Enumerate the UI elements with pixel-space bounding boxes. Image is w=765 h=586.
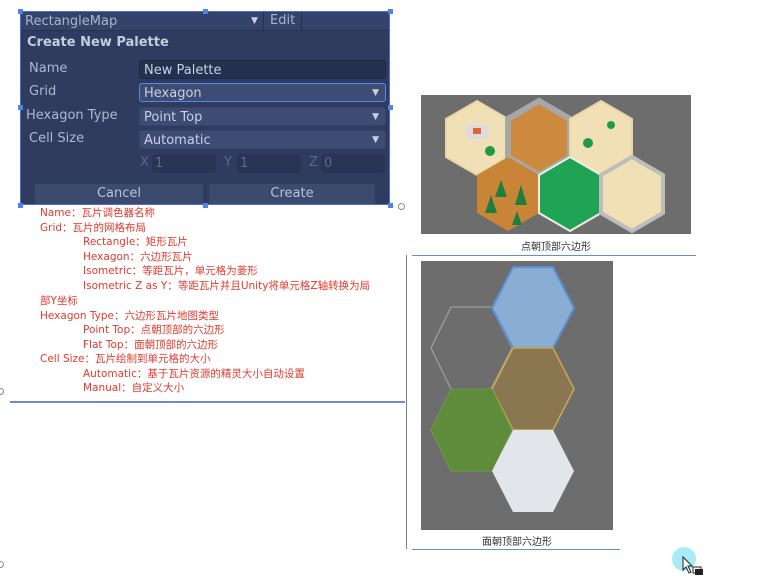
branch-line	[412, 255, 696, 256]
cell-size-y-input[interactable]: 1	[237, 154, 301, 173]
note-line: Cell Size：瓦片绘制到单元格的大小	[40, 353, 211, 365]
note-line: Isometric：等距瓦片，单元格为菱形	[83, 265, 258, 277]
point-top-hex-illustration	[445, 97, 665, 234]
create-palette-dialog: RectangleMap ▼ Edit Create New Palette N…	[20, 11, 390, 205]
branch-line	[412, 549, 620, 550]
x-label: X	[140, 155, 149, 170]
chevron-down-icon: ▼	[372, 135, 379, 145]
cell-size-label: Cell Size	[29, 131, 85, 146]
note-line: Grid：瓦片的网格布局	[40, 221, 147, 234]
note-line: Rectangle：矩形瓦片	[83, 236, 188, 248]
resize-handle[interactable]	[388, 203, 393, 208]
name-label: Name	[29, 61, 68, 76]
grid-dropdown[interactable]: Hexagon ▼	[139, 83, 386, 102]
note-line: 部Y坐标	[40, 295, 78, 307]
flat-top-caption: 面朝顶部六边形	[482, 537, 552, 548]
resize-handle[interactable]	[203, 9, 208, 14]
resize-handle[interactable]	[388, 105, 393, 110]
flat-top-hex-image	[421, 261, 613, 530]
resize-handle[interactable]	[18, 203, 23, 208]
tree-icon	[583, 138, 593, 148]
note-line: Hexagon Type：六边形瓦片地图类型	[40, 309, 220, 322]
resize-handle[interactable]	[388, 9, 393, 14]
hex-tile-sand-stone	[599, 154, 665, 234]
point-top-hex-image	[421, 95, 691, 234]
resize-handle[interactable]	[203, 203, 208, 208]
flat-top-hex-illustration	[430, 266, 576, 512]
note-line: Automatic：基于瓦片资源的精灵大小自动设置	[83, 367, 305, 380]
hex-tile-water	[490, 266, 576, 349]
cursor-copy-icon	[682, 556, 703, 575]
connector-handle[interactable]	[0, 561, 4, 568]
tree-icon	[485, 146, 495, 156]
connector-handle[interactable]	[398, 203, 405, 210]
note-line: Name：瓦片调色器名称	[40, 207, 155, 219]
edit-button[interactable]: Edit	[263, 11, 303, 31]
dialog-title: Create New Palette	[27, 35, 169, 50]
cell-size-x-input[interactable]: 1	[152, 154, 216, 173]
hexagon-type-dropdown[interactable]: Point Top ▼	[139, 107, 386, 126]
cell-size-z-input[interactable]: 0	[321, 154, 385, 173]
grid-label: Grid	[29, 84, 57, 99]
chevron-down-icon[interactable]: ▼	[251, 16, 263, 26]
cancel-button[interactable]: Cancel	[35, 184, 203, 204]
chevron-down-icon: ▼	[372, 112, 379, 122]
hexagon-type-label: Hexagon Type	[26, 108, 118, 123]
cell-size-value: Automatic	[144, 133, 211, 148]
name-value: New Palette	[144, 63, 222, 78]
y-label: Y	[224, 155, 232, 170]
branch-line	[10, 401, 405, 403]
palette-toolbar: RectangleMap ▼ Edit	[21, 11, 389, 31]
hexagon-type-value: Point Top	[144, 110, 203, 125]
note-line: Manual：自定义大小	[83, 382, 185, 394]
z-label: Z	[309, 155, 318, 170]
chevron-down-icon: ▼	[372, 88, 379, 98]
name-input[interactable]: New Palette	[139, 60, 386, 79]
resize-handle[interactable]	[18, 9, 23, 14]
resize-handle[interactable]	[18, 105, 23, 110]
roof-icon	[473, 128, 481, 134]
note-line: Isometric Z as Y：等距瓦片并且Unity将单元格Z轴转换为局	[83, 279, 371, 292]
connector-handle[interactable]	[0, 388, 4, 395]
note-line: Hexagon：六边形瓦片	[83, 250, 193, 263]
grid-value: Hexagon	[144, 86, 202, 101]
branch-bracket	[406, 255, 407, 549]
create-button[interactable]: Create	[209, 184, 375, 204]
palette-selector[interactable]: RectangleMap	[21, 14, 251, 29]
note-line: Point Top：点朝顶部的六边形	[83, 324, 225, 336]
tree-icon	[607, 121, 615, 129]
cell-size-dropdown[interactable]: Automatic ▼	[139, 130, 386, 149]
point-top-caption: 点朝顶部六边形	[521, 242, 591, 253]
note-line: Flat Top：面朝顶部的六边形	[83, 338, 219, 351]
